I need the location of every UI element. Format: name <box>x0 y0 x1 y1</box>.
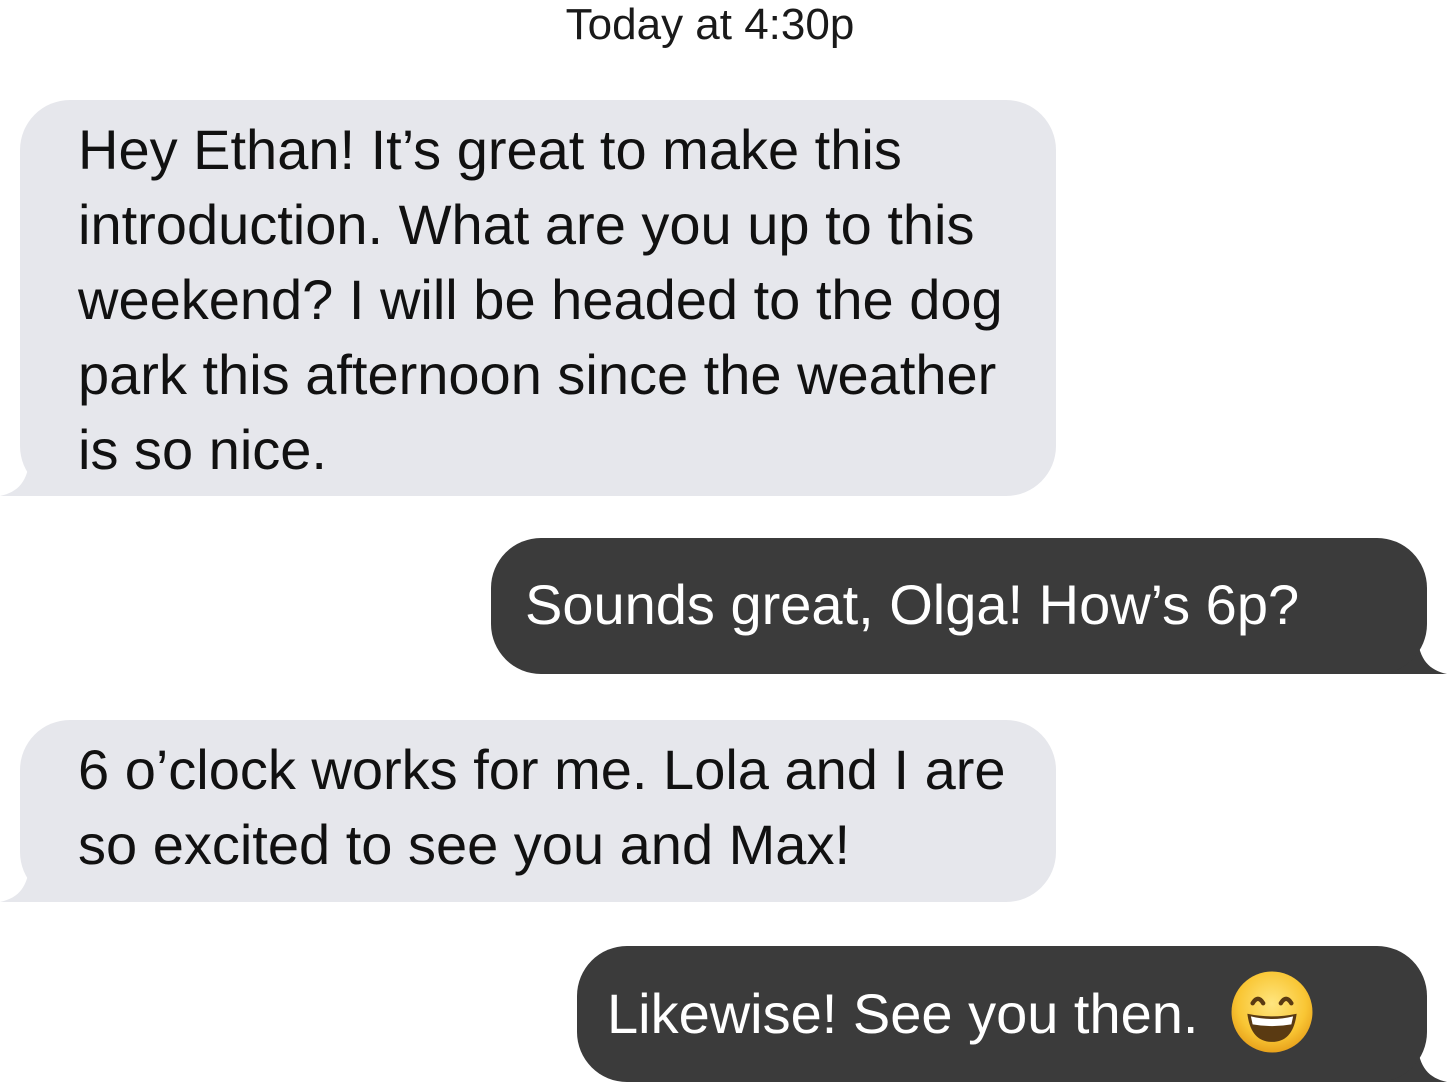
message-text: 6 o’clock works for me. Lola and I are s… <box>78 738 1006 876</box>
message-outgoing: Sounds great, Olga! How’s 6p? <box>491 538 1447 674</box>
message-incoming: 6 o’clock works for me. Lola and I are s… <box>0 720 1056 902</box>
message-text: Hey Ethan! It’s great to make this intro… <box>78 118 1003 481</box>
message-text: Likewise! See you then. <box>607 982 1199 1045</box>
message-bubble[interactable]: Hey Ethan! It’s great to make this intro… <box>20 100 1056 496</box>
message-text: Sounds great, Olga! How’s 6p? <box>525 573 1300 636</box>
conversation-timestamp: Today at 4:30p <box>565 0 855 49</box>
message-bubble[interactable]: Sounds great, Olga! How’s 6p? <box>491 538 1427 674</box>
conversation-screen: { "header": { "timestamp": "Today at 4:3… <box>0 0 1447 1082</box>
grinning-face-icon <box>1231 971 1313 1053</box>
message-bubble[interactable]: Likewise! See you then. <box>577 946 1427 1082</box>
message-incoming: Hey Ethan! It’s great to make this intro… <box>0 100 1056 496</box>
message-bubble[interactable]: 6 o’clock works for me. Lola and I are s… <box>20 720 1056 902</box>
message-outgoing: Likewise! See you then. <box>577 946 1447 1082</box>
